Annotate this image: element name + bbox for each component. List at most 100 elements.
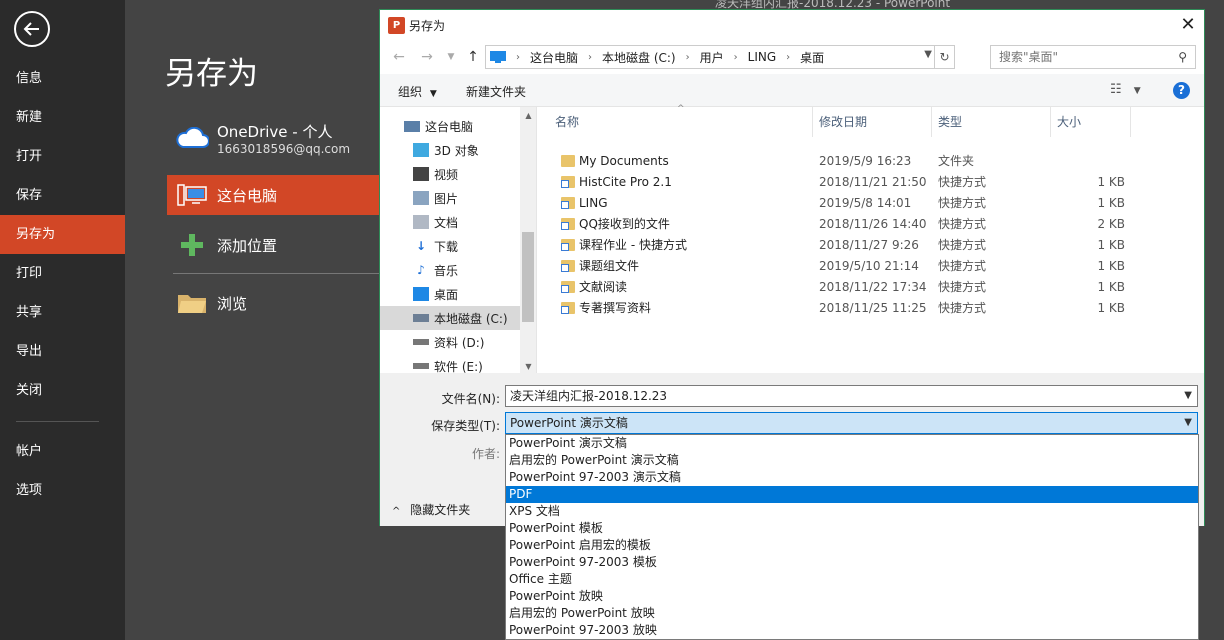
filename-field[interactable]: 凌天洋组内汇报-2018.12.23 ▼ — [505, 385, 1198, 407]
chevron-down-icon[interactable]: ▼ — [520, 362, 536, 371]
file-row[interactable]: 文献阅读 2018/11/22 17:34 快捷方式 1 KB — [537, 276, 1204, 297]
tree-item-label: 图片 — [434, 191, 459, 206]
rail-divider — [16, 421, 99, 422]
search-box[interactable]: ⚲ — [990, 45, 1196, 69]
save-type-option[interactable]: 启用宏的 PowerPoint 演示文稿 — [506, 452, 1198, 469]
place-add-location[interactable]: 添加位置 — [167, 225, 380, 265]
column-header-name[interactable]: 名称 — [549, 107, 813, 137]
file-type: 快捷方式 — [938, 196, 987, 210]
tree-item-music[interactable]: ♪ 音乐 — [380, 258, 520, 282]
view-options-icon[interactable]: ☷ ▼ — [1110, 82, 1141, 97]
search-input[interactable] — [999, 46, 1169, 68]
chevron-down-icon[interactable]: ▼ — [1184, 413, 1192, 433]
rail-item-save[interactable]: 保存 — [0, 176, 125, 215]
desktop-icon — [490, 51, 506, 63]
save-type-option[interactable]: XPS 文档 — [506, 503, 1198, 520]
column-header-size[interactable]: 大小 — [1051, 107, 1131, 137]
breadcrumb-item[interactable]: 桌面 — [800, 49, 824, 66]
back-button[interactable] — [14, 11, 50, 47]
place-this-pc[interactable]: 这台电脑 — [167, 175, 380, 215]
rail-item-close[interactable]: 关闭 — [0, 371, 125, 410]
breadcrumb-item[interactable]: 这台电脑 — [530, 49, 578, 66]
rail-item-share[interactable]: 共享 — [0, 293, 125, 332]
file-row[interactable]: 专著撰写资料 2018/11/25 11:25 快捷方式 1 KB — [537, 297, 1204, 318]
save-type-option[interactable]: Office 主题 — [506, 571, 1198, 588]
tree-item-drive-d[interactable]: 资料 (D:) — [380, 330, 520, 354]
place-browse[interactable]: 浏览 — [167, 283, 380, 323]
up-arrow-icon[interactable]: ↑ — [464, 48, 482, 66]
breadcrumb-item[interactable]: LING — [748, 50, 777, 64]
save-type-option[interactable]: PowerPoint 演示文稿 — [506, 435, 1198, 452]
save-type-option[interactable]: PowerPoint 97-2003 放映 — [506, 622, 1198, 639]
breadcrumb-item[interactable]: 本地磁盘 (C:) — [602, 49, 676, 66]
filename-label: 文件名(N): — [441, 392, 500, 406]
address-bar[interactable]: › 这台电脑 › 本地磁盘 (C:) › 用户 › LING › 桌面 ▼ ↻ — [485, 45, 955, 69]
save-type-option[interactable]: PowerPoint 97-2003 模板 — [506, 554, 1198, 571]
shortcut-folder-icon — [561, 217, 575, 230]
save-type-option[interactable]: PDF — [506, 486, 1198, 503]
file-date: 2018/11/22 17:34 — [819, 279, 927, 294]
tree-item-3d-objects[interactable]: 3D 对象 — [380, 138, 520, 162]
column-header-date[interactable]: 修改日期 — [813, 107, 932, 137]
breadcrumb-item[interactable]: 用户 — [700, 49, 724, 66]
chevron-down-icon[interactable]: ▼ — [924, 49, 932, 60]
tree-item-drive-c[interactable]: 本地磁盘 (C:) — [380, 306, 520, 330]
chevron-down-icon[interactable]: ▼ — [1184, 386, 1192, 406]
rail-item-save-as[interactable]: 另存为 — [0, 215, 125, 254]
file-size: 1 KB — [1097, 237, 1125, 252]
tree-item-this-pc[interactable]: 这台电脑 — [380, 114, 520, 138]
column-header-type[interactable]: 类型 — [932, 107, 1051, 137]
dialog-titlebar[interactable]: P 另存为 ✕ — [380, 10, 1204, 40]
file-row[interactable]: My Documents 2019/5/9 16:23 文件夹 — [537, 150, 1204, 171]
tree-scrollbar[interactable]: ▲ ▼ — [520, 107, 536, 373]
scrollbar-thumb[interactable] — [522, 232, 534, 322]
file-row[interactable]: QQ接收到的文件 2018/11/26 14:40 快捷方式 2 KB — [537, 213, 1204, 234]
file-row[interactable]: 课程作业 - 快捷方式 2018/11/27 9:26 快捷方式 1 KB — [537, 234, 1204, 255]
rail-item-open[interactable]: 打开 — [0, 137, 125, 176]
tree-item-desktop[interactable]: 桌面 — [380, 282, 520, 306]
tree-item-downloads[interactable]: ↓ 下载 — [380, 234, 520, 258]
file-size: 1 KB — [1097, 279, 1125, 294]
hide-folders-button[interactable]: ^ 隐藏文件夹 — [392, 501, 470, 518]
rail-item-options[interactable]: 选项 — [0, 471, 125, 510]
close-icon[interactable]: ✕ — [1180, 15, 1196, 35]
tree-item-label: 软件 (E:) — [434, 359, 483, 374]
folder-icon — [561, 154, 575, 167]
tree-item-documents[interactable]: 文档 — [380, 210, 520, 234]
places-divider — [173, 273, 380, 274]
tree-item-drive-e[interactable]: 软件 (E:) — [380, 354, 520, 373]
help-icon[interactable]: ? — [1173, 82, 1190, 99]
drive-icon — [413, 339, 429, 345]
file-row[interactable]: 课题组文件 2019/5/10 21:14 快捷方式 1 KB — [537, 255, 1204, 276]
save-type-option[interactable]: PowerPoint 97-2003 演示文稿 — [506, 469, 1198, 486]
rail-item-info[interactable]: 信息 — [0, 59, 125, 98]
rail-item-export[interactable]: 导出 — [0, 332, 125, 371]
tree-item-label: 本地磁盘 (C:) — [434, 311, 508, 326]
search-icon[interactable]: ⚲ — [1178, 50, 1187, 64]
save-type-option[interactable]: 启用宏的 PowerPoint 放映 — [506, 605, 1198, 622]
save-type-select[interactable]: PowerPoint 演示文稿 ▼ — [505, 412, 1198, 434]
chevron-up-icon[interactable]: ▲ — [520, 111, 536, 120]
rail-item-print[interactable]: 打印 — [0, 254, 125, 293]
computer-icon — [177, 184, 207, 206]
file-size: 1 KB — [1097, 195, 1125, 210]
back-arrow-icon[interactable]: ← — [390, 48, 408, 66]
organize-button[interactable]: 组织 ▼ — [398, 83, 437, 100]
refresh-icon[interactable]: ↻ — [934, 46, 954, 68]
drive-icon — [413, 314, 429, 322]
rail-item-new[interactable]: 新建 — [0, 98, 125, 137]
forward-arrow-icon[interactable]: → — [418, 48, 436, 66]
rail-item-account[interactable]: 帐户 — [0, 432, 125, 471]
new-folder-button[interactable]: 新建文件夹 — [466, 83, 526, 100]
file-row[interactable]: LING 2019/5/8 14:01 快捷方式 1 KB — [537, 192, 1204, 213]
save-type-option[interactable]: PowerPoint 启用宏的模板 — [506, 537, 1198, 554]
tree-item-label: 下载 — [434, 239, 459, 254]
place-onedrive[interactable]: OneDrive - 个人 1663018596@qq.com — [167, 118, 380, 158]
tree-item-pictures[interactable]: 图片 — [380, 186, 520, 210]
save-type-option[interactable]: PowerPoint 模板 — [506, 520, 1198, 537]
file-row[interactable]: HistCite Pro 2.1 2018/11/21 21:50 快捷方式 1 KB — [537, 171, 1204, 192]
tree-item-videos[interactable]: 视频 — [380, 162, 520, 186]
chevron-down-icon[interactable]: ▼ — [442, 48, 460, 66]
save-type-option[interactable]: PowerPoint 放映 — [506, 588, 1198, 605]
chevron-down-icon: ▼ — [429, 89, 437, 99]
